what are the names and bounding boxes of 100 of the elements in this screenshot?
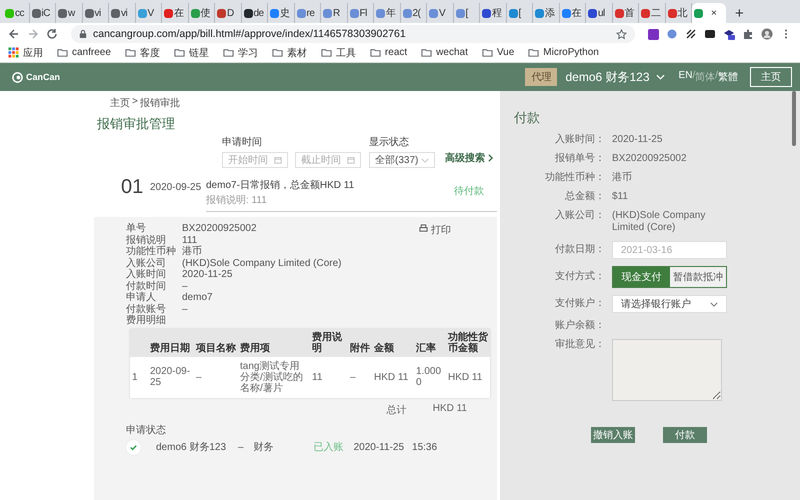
detail-label: 功能性币种 — [126, 246, 177, 258]
detail-label: 付款账号 — [126, 304, 167, 314]
puzzle-icon[interactable] — [742, 28, 754, 40]
field-label: 总金额： — [564, 191, 605, 203]
action-button[interactable]: 撤销入账 — [591, 427, 635, 443]
extension-icon[interactable] — [704, 28, 716, 40]
address-field[interactable]: cancangroup.com/app/bill.html#/approve/index/1146578303902761 — [71, 25, 635, 43]
filter-label: 申请时间 — [222, 136, 263, 149]
step-status: 已入账 — [314, 440, 345, 454]
action-button[interactable]: 付款 — [663, 427, 707, 443]
column-header: 金额 — [372, 328, 414, 356]
panel-title: 付款 — [514, 109, 541, 127]
user-menu[interactable]: demo6 财务123 — [565, 68, 665, 86]
print-link[interactable]: 打印 — [419, 223, 451, 326]
comment-field[interactable] — [612, 339, 722, 401]
folder-icon — [57, 47, 68, 58]
bookmark[interactable]: 学习 — [222, 46, 258, 60]
step-date: 2020-11-25 — [354, 442, 404, 452]
calendar-icon — [347, 156, 355, 164]
field-value: BX20200925002 — [612, 153, 688, 165]
new-tab-button[interactable]: + — [732, 3, 747, 23]
field-label: 入账时间： — [554, 134, 605, 146]
detail-value: BX20200925002 — [182, 223, 258, 234]
field-label: 功能性币种： — [544, 172, 605, 184]
table-cell: 11 — [310, 356, 348, 398]
bookmark[interactable]: canfreee — [57, 47, 111, 58]
payment-method-option[interactable]: 现金支付 — [613, 267, 670, 287]
column-header: 费用项 — [238, 328, 310, 356]
account-select[interactable]: 请选择银行账户 — [612, 295, 727, 313]
field-label: 支付账户： — [554, 298, 605, 310]
detail-label: 入账时间 — [126, 269, 167, 280]
back-icon[interactable] — [8, 28, 20, 40]
bookmark[interactable]: 工具 — [320, 46, 356, 60]
scrollbar-thumb[interactable] — [792, 91, 796, 146]
printer-icon — [419, 224, 428, 233]
field-value: 港币 — [612, 172, 633, 184]
language-link[interactable]: 繁體 — [718, 70, 738, 84]
language-link[interactable]: EN — [678, 70, 692, 84]
field-label: 入账公司： — [554, 210, 605, 222]
caret-icon — [656, 74, 665, 80]
field-label: 支付方式： — [554, 271, 605, 283]
detail-value: demo7 — [182, 292, 214, 304]
record-date: 2020-09-25 — [150, 182, 202, 193]
chevron-right-icon — [488, 154, 493, 162]
logo[interactable]: CanCan — [12, 72, 60, 82]
chevron-down-icon — [710, 302, 718, 306]
breadcrumb-link[interactable]: 报销审批 — [140, 96, 180, 110]
star-icon[interactable] — [616, 28, 627, 40]
bookmark[interactable]: Vue — [482, 47, 514, 58]
record-title[interactable]: demo7-日常报销，总金额HKD 11 — [206, 178, 354, 192]
bookmark[interactable]: 素材 — [272, 46, 307, 60]
status-select[interactable]: 全部(337) — [369, 152, 435, 168]
approver-role: 财务 — [254, 440, 275, 454]
approver-name: demo6 财务123 — [156, 440, 226, 454]
payment-method-option[interactable]: 暂借款抵冲 — [670, 267, 726, 287]
extension-icon[interactable] — [723, 28, 735, 40]
folder-icon — [421, 47, 432, 58]
apps-grid-icon — [8, 47, 19, 58]
role-badge: 代理 — [525, 68, 558, 86]
bookmark[interactable]: 客度 — [124, 46, 160, 60]
breadcrumb-separator: > — [132, 96, 138, 109]
table-cell: HKD 11 — [446, 356, 490, 398]
detail-value: (HKD)Sole Company Limited (Core) — [182, 258, 342, 269]
section-title: 申请状态 — [126, 424, 167, 436]
column-header: 附件 — [348, 328, 372, 356]
avatar-icon[interactable] — [761, 28, 773, 40]
breadcrumb-link[interactable]: 主页 — [110, 96, 130, 110]
detail-label: 入账公司 — [126, 258, 167, 268]
detail-value: 港币 — [182, 246, 203, 258]
calendar-icon — [274, 156, 282, 164]
bookmark[interactable]: react — [370, 47, 408, 58]
column-header: 项目名称 — [194, 328, 238, 356]
table-cell: 2020-09-25 — [148, 356, 194, 398]
separator-text: / — [715, 70, 718, 83]
extension-icon[interactable] — [648, 28, 659, 40]
bookmark[interactable]: 链星 — [174, 46, 209, 60]
folder-icon — [174, 47, 185, 58]
bookmark[interactable]: 应用 — [8, 46, 43, 60]
record-description: 报销说明: 111 — [206, 194, 267, 207]
detail-value: – — [182, 280, 189, 292]
bookmark[interactable]: MicroPython — [528, 47, 599, 58]
separator-text: / — [692, 70, 696, 81]
detail-value: 111 — [182, 234, 198, 246]
column-header: 汇率 — [414, 328, 446, 356]
column-header: 费用说明 — [310, 328, 348, 356]
reload-icon[interactable] — [46, 28, 58, 40]
column-header: 功能性货币金额 — [446, 328, 490, 356]
extension-icon[interactable] — [685, 28, 697, 40]
field-label: 付款日期： — [554, 244, 605, 256]
page-title: 报销审批管理 — [97, 115, 176, 133]
detail-value: – — [182, 304, 189, 315]
total-value: HKD 11 — [432, 402, 467, 416]
browser-tab[interactable]: × — [692, 3, 726, 23]
advanced-search-link[interactable]: 高级搜索 — [445, 151, 493, 168]
home-button[interactable]: 主页 — [750, 67, 792, 87]
bookmark[interactable]: wechat — [421, 47, 468, 58]
record-number: 01 — [121, 176, 144, 199]
folder-icon — [528, 47, 540, 58]
field-label: 账户余额： — [554, 320, 605, 332]
detail-label: 申请人 — [126, 292, 157, 304]
